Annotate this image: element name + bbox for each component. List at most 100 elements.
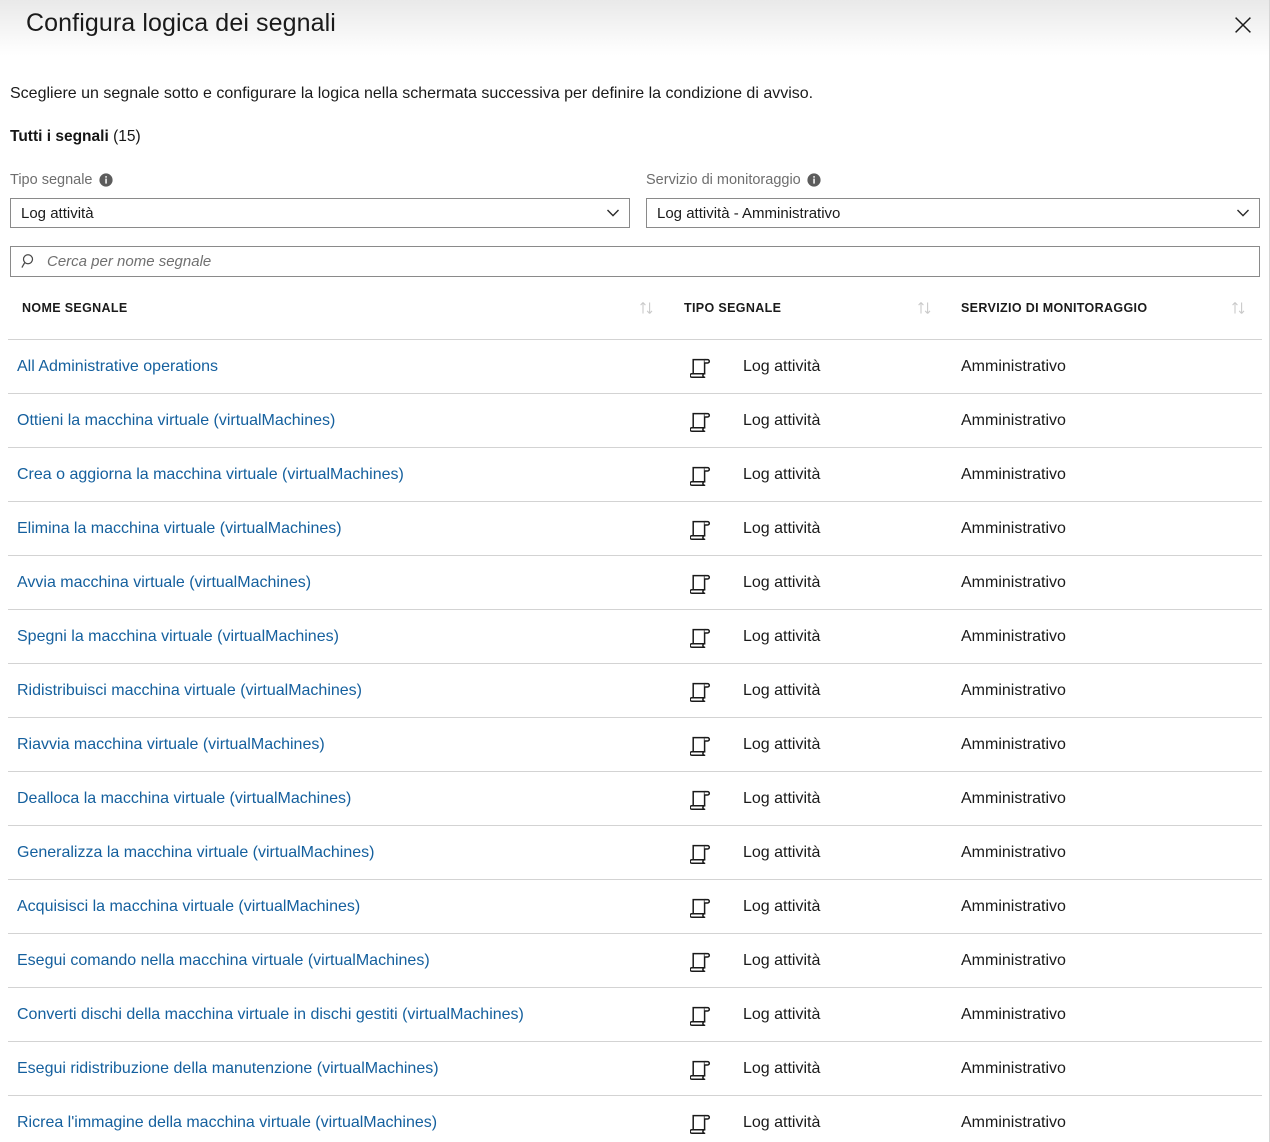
signal-name-link[interactable]: Converti dischi della macchina virtuale … [17,988,524,1041]
column-header-monitor-service[interactable]: SERVIZIO DI MONITORAGGIO [961,301,1147,315]
signal-type-value: Log attività [743,627,821,645]
signal-type-value: Log attività [743,1005,821,1023]
page-title: Configura logica dei segnali [26,9,336,37]
all-signals-label: Tutti i segnali [10,128,109,145]
activity-log-scroll-icon [684,772,718,825]
signal-type-value: Log attività [743,681,821,699]
activity-log-scroll-icon [684,826,718,879]
signal-name-link[interactable]: Esegui ridistribuzione della manutenzion… [17,1042,439,1095]
table-row[interactable]: Ridistribuisci macchina virtuale (virtua… [8,664,1262,718]
signal-name-link[interactable]: Ridistribuisci macchina virtuale (virtua… [17,664,362,717]
signal-name-link[interactable]: Dealloca la macchina virtuale (virtualMa… [17,772,351,825]
chevron-down-icon [605,205,621,221]
column-header-signal-name[interactable]: NOME SEGNALE [22,301,128,315]
signal-search-box[interactable] [10,246,1260,277]
activity-log-scroll-icon [684,502,718,555]
sort-arrows-icon[interactable] [916,300,934,316]
table-row[interactable]: Generalizza la macchina virtuale (virtua… [8,826,1262,880]
sort-arrows-icon[interactable] [638,300,656,316]
monitor-service-label: Servizio di monitoraggio [646,172,801,188]
table-row[interactable]: Riavvia macchina virtuale (virtualMachin… [8,718,1262,772]
monitor-service-value: Amministrativo [961,897,1066,915]
signal-type-value: Log attività [743,789,821,807]
activity-log-scroll-icon [684,718,718,771]
monitor-service-value: Amministrativo [961,1113,1066,1131]
signal-type-value: Log attività [743,951,821,969]
search-icon [21,253,38,270]
signals-table: NOME SEGNALE TIPO SEGNALE SERVIZIO DI MO… [8,290,1262,1142]
signal-name-link[interactable]: Riavvia macchina virtuale (virtualMachin… [17,718,325,771]
panel-description: Scegliere un segnale sotto e configurare… [10,85,814,102]
table-row[interactable]: Spegni la macchina virtuale (virtualMach… [8,610,1262,664]
signal-name-link[interactable]: Generalizza la macchina virtuale (virtua… [17,826,374,879]
close-icon[interactable] [1224,7,1262,43]
signal-type-label-row: Tipo segnale [10,170,630,190]
signal-type-value: Log attività [743,897,821,915]
configure-signal-logic-panel: Configura logica dei segnali Scegliere u… [0,0,1270,1142]
monitor-service-value: Amministrativo [961,681,1066,699]
signal-type-select[interactable]: Log attività [10,198,630,228]
search-input[interactable] [47,253,1251,270]
signal-type-value: Log attività [743,1113,821,1131]
signal-type-value: Log attività [743,465,821,483]
table-row[interactable]: Esegui ridistribuzione della manutenzion… [8,1042,1262,1096]
chevron-down-icon [1235,205,1251,221]
monitor-service-value: Log attività - Amministrativo [657,204,841,222]
monitor-service-label-row: Servizio di monitoraggio [646,170,1260,190]
signal-type-value: Log attività [21,204,94,222]
signal-name-link[interactable]: Acquisisci la macchina virtuale (virtual… [17,880,360,933]
signal-name-link[interactable]: All Administrative operations [17,340,218,393]
table-row[interactable]: Acquisisci la macchina virtuale (virtual… [8,880,1262,934]
activity-log-scroll-icon [684,934,718,987]
table-row[interactable]: All Administrative operations Log attivi… [8,340,1262,394]
monitor-service-value: Amministrativo [961,357,1066,375]
activity-log-scroll-icon [684,448,718,501]
table-body: All Administrative operations Log attivi… [8,340,1262,1142]
signal-name-link[interactable]: Elimina la macchina virtuale (virtualMac… [17,502,342,555]
all-signals-count: (15) [113,128,141,145]
signal-type-value: Log attività [743,573,821,591]
monitor-service-select[interactable]: Log attività - Amministrativo [646,198,1260,228]
table-row[interactable]: Ottieni la macchina virtuale (virtualMac… [8,394,1262,448]
all-signals-heading: Tutti i segnali (15) [10,128,141,146]
activity-log-scroll-icon [684,988,718,1041]
signal-type-value: Log attività [743,411,821,429]
monitor-service-value: Amministrativo [961,789,1066,807]
monitor-service-value: Amministrativo [961,951,1066,969]
signal-name-link[interactable]: Ottieni la macchina virtuale (virtualMac… [17,394,335,447]
monitor-service-value: Amministrativo [961,1059,1066,1077]
monitor-service-value: Amministrativo [961,465,1066,483]
table-row[interactable]: Avvia macchina virtuale (virtualMachines… [8,556,1262,610]
monitor-service-value: Amministrativo [961,519,1066,537]
activity-log-scroll-icon [684,556,718,609]
monitor-service-value: Amministrativo [961,573,1066,591]
table-row[interactable]: Crea o aggiorna la macchina virtuale (vi… [8,448,1262,502]
monitor-service-value: Amministrativo [961,627,1066,645]
monitor-service-filter: Servizio di monitoraggio Log attività - … [646,170,1260,228]
table-row[interactable]: Converti dischi della macchina virtuale … [8,988,1262,1042]
signal-type-value: Log attività [743,843,821,861]
activity-log-scroll-icon [684,1042,718,1095]
signal-name-link[interactable]: Crea o aggiorna la macchina virtuale (vi… [17,448,404,501]
signal-type-filter: Tipo segnale Log attività [10,170,630,228]
monitor-service-value: Amministrativo [961,411,1066,429]
table-row[interactable]: Ricrea l'immagine della macchina virtual… [8,1096,1262,1142]
signal-name-link[interactable]: Spegni la macchina virtuale (virtualMach… [17,610,339,663]
signal-type-value: Log attività [743,1059,821,1077]
column-header-signal-type[interactable]: TIPO SEGNALE [684,301,781,315]
activity-log-scroll-icon [684,1096,718,1142]
signal-name-link[interactable]: Avvia macchina virtuale (virtualMachines… [17,556,311,609]
info-icon[interactable] [807,173,821,187]
signal-type-value: Log attività [743,519,821,537]
table-row[interactable]: Elimina la macchina virtuale (virtualMac… [8,502,1262,556]
signal-name-link[interactable]: Ricrea l'immagine della macchina virtual… [17,1096,437,1142]
table-header-row: NOME SEGNALE TIPO SEGNALE SERVIZIO DI MO… [8,290,1262,340]
monitor-service-value: Amministrativo [961,735,1066,753]
sort-arrows-icon[interactable] [1230,300,1248,316]
table-row[interactable]: Esegui comando nella macchina virtuale (… [8,934,1262,988]
signal-name-link[interactable]: Esegui comando nella macchina virtuale (… [17,934,430,987]
info-icon[interactable] [98,173,113,187]
activity-log-scroll-icon [684,610,718,663]
signal-type-value: Log attività [743,735,821,753]
table-row[interactable]: Dealloca la macchina virtuale (virtualMa… [8,772,1262,826]
